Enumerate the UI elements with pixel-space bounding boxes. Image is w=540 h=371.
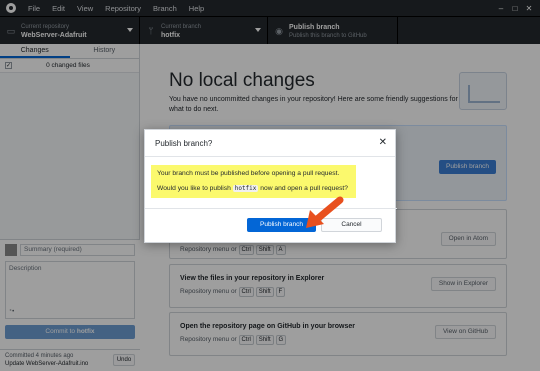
message-part-a: Would you like to publish [157,185,231,192]
publish-branch-dialog: Publish branch? ✕ Your branch must be pu… [144,129,397,243]
branch-code: hotfix [232,185,259,192]
dialog-header: Publish branch? ✕ [145,130,395,157]
dialog-title: Publish branch? [155,139,213,148]
message-part-b: now and open a pull request? [260,185,349,192]
dialog-message-line2: Would you like to publish hotfix now and… [157,185,348,192]
dialog-message-line1: Your branch must be published before ope… [157,170,340,177]
arrow-annotation-icon [306,196,344,228]
close-icon[interactable]: ✕ [379,137,387,148]
